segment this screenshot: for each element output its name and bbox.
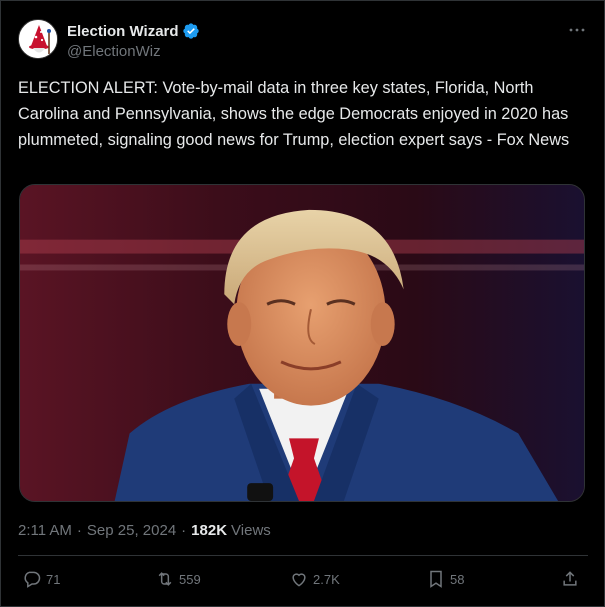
like-count: 2.7K [313,571,340,587]
separator-dot: · [76,521,82,539]
author-names: Election Wizard @ElectionWiz [67,21,200,60]
tweet-header: Election Wizard @ElectionWiz [18,19,588,61]
post-time[interactable]: 2:11 AM [18,522,72,539]
post-date[interactable]: Sep 25, 2024 [87,522,176,539]
verified-badge-icon [182,22,200,40]
action-bar: 71 559 2.7K 58 [18,566,588,592]
author-handle[interactable]: @ElectionWiz [67,43,200,60]
views-label: Views [231,521,271,539]
reply-icon [24,571,41,588]
divider [18,555,588,556]
portrait-photo [20,185,584,501]
repost-icon [158,572,172,586]
tweet-photo[interactable] [19,184,585,502]
reply-button[interactable]: 71 [22,566,60,592]
repost-count: 559 [179,571,201,587]
repost-button[interactable]: 559 [155,566,201,592]
author-display-name[interactable]: Election Wizard [67,23,179,40]
more-options-icon[interactable] [566,21,588,39]
reply-count: 71 [46,571,61,587]
separator-dot: · [181,521,187,539]
tweet-meta: 2:11 AM · Sep 25, 2024 · 182K Views [18,520,271,540]
share-button[interactable] [560,566,584,592]
bookmark-button[interactable]: 58 [426,566,464,592]
bookmark-icon [430,570,442,588]
like-button[interactable]: 2.7K [289,566,340,592]
heart-icon [292,573,306,587]
wizard-avatar-icon [19,20,57,58]
tweet-card: Election Wizard @ElectionWiz ELECTION AL… [0,0,605,607]
bookmark-count: 58 [450,571,465,587]
share-icon [563,571,577,586]
views-count: 182K [191,521,228,539]
avatar[interactable] [18,19,58,59]
tweet-text: ELECTION ALERT: Vote-by-mail data in thr… [18,79,570,149]
